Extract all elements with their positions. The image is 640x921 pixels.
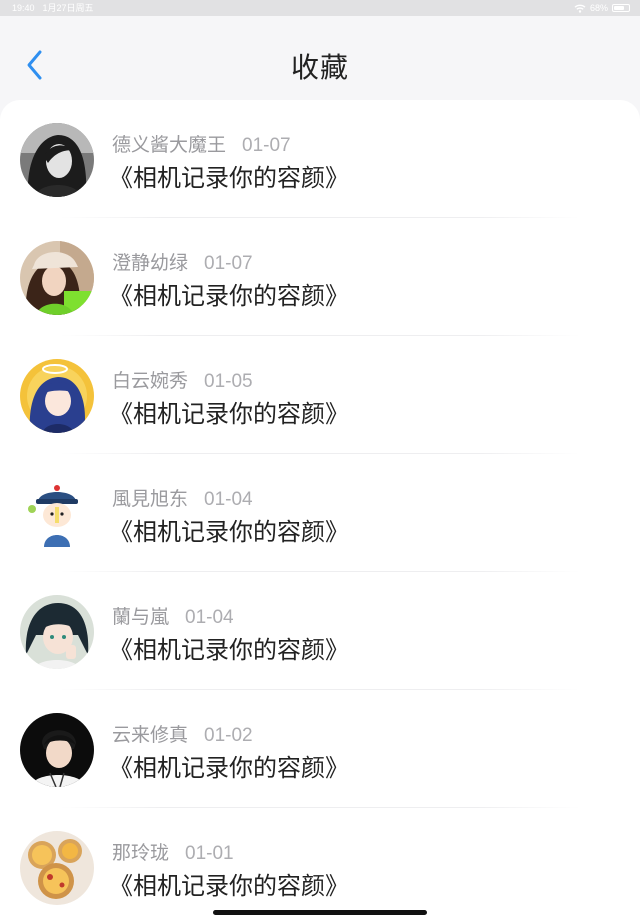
user-name: 那玲珑 [112, 842, 170, 864]
list-item[interactable]: 風見旭东 01-04 《相机记录你的容颜》 [0, 454, 640, 572]
item-date: 01-05 [204, 371, 253, 392]
list-item[interactable]: 白云婉秀 01-05 《相机记录你的容颜》 [0, 336, 640, 454]
item-date: 01-04 [204, 489, 253, 510]
item-date: 01-07 [242, 135, 291, 156]
status-right: 68% [574, 0, 630, 16]
page-title: 收藏 [290, 51, 349, 84]
user-name: 蘭与嵐 [112, 606, 170, 628]
item-title[interactable]: 《相机记录你的容颜》 [109, 866, 349, 901]
status-bar: 19:40 1月27日周五 68% [0, 0, 640, 16]
list-item[interactable]: 云来修真 01-02 《相机记录你的容颜》 [0, 690, 640, 808]
item-title[interactable]: 《相机记录你的容颜》 [109, 158, 349, 193]
status-left: 19:40 1月27日周五 [12, 0, 94, 16]
user-name: 德义酱大魔王 [112, 134, 227, 156]
avatar [20, 241, 94, 315]
home-indicator[interactable] [213, 910, 427, 915]
grayscale-woman-avatar [20, 123, 94, 197]
item-meta: 風見旭东 01-04 [112, 484, 253, 511]
user-name: 白云婉秀 [112, 370, 189, 392]
battery-fill [614, 6, 624, 10]
item-meta: 云来修真 01-02 [112, 720, 253, 747]
user-name: 風見旭东 [112, 488, 189, 510]
user-name: 澄静幼绿 [112, 252, 189, 274]
item-title[interactable]: 《相机记录你的容颜》 [109, 630, 349, 665]
anime-blue-hair-avatar [20, 359, 94, 433]
item-date: 01-07 [204, 253, 253, 274]
egg-tart-avatar [20, 831, 94, 905]
avatar [20, 477, 94, 551]
avatar [20, 359, 94, 433]
girl-with-cap-avatar [20, 241, 94, 315]
item-title[interactable]: 《相机记录你的容颜》 [109, 394, 349, 429]
list-item[interactable]: 澄静幼绿 01-07 《相机记录你的容颜》 [0, 218, 640, 336]
status-time: 19:40 [12, 3, 35, 13]
avatar [20, 713, 94, 787]
cartoon-qing-official-avatar [20, 477, 94, 551]
list-item[interactable]: 那玲珑 01-01 《相机记录你的容颜》 [0, 808, 640, 921]
young-man-avatar [20, 713, 94, 787]
status-date: 1月27日周五 [42, 3, 94, 13]
item-date: 01-01 [185, 843, 234, 864]
anime-boy-avatar [20, 595, 94, 669]
item-date: 01-04 [185, 607, 234, 628]
item-meta: 那玲珑 01-01 [112, 838, 234, 865]
user-name: 云来修真 [112, 724, 189, 746]
item-meta: 澄静幼绿 01-07 [112, 248, 253, 275]
avatar [20, 123, 94, 197]
list-item[interactable]: 蘭与嵐 01-04 《相机记录你的容颜》 [0, 572, 640, 690]
item-title[interactable]: 《相机记录你的容颜》 [109, 512, 349, 547]
item-meta: 白云婉秀 01-05 [112, 366, 253, 393]
nav-bar: 收藏 [0, 16, 640, 98]
favorites-list: 德义酱大魔王 01-07 《相机记录你的容颜》 澄静幼绿 01-07 《相机记录你的… [0, 100, 640, 921]
item-title[interactable]: 《相机记录你的容颜》 [109, 748, 349, 783]
battery-icon [612, 4, 630, 12]
item-meta: 蘭与嵐 01-04 [112, 602, 234, 629]
item-title[interactable]: 《相机记录你的容颜》 [109, 276, 349, 311]
item-meta: 德义酱大魔王 01-07 [112, 130, 291, 157]
battery-percent: 68% [589, 3, 608, 13]
item-date: 01-02 [204, 725, 253, 746]
avatar [20, 595, 94, 669]
wifi-icon [574, 4, 586, 13]
list-item[interactable]: 德义酱大魔王 01-07 《相机记录你的容颜》 [0, 100, 640, 218]
avatar [20, 831, 94, 905]
